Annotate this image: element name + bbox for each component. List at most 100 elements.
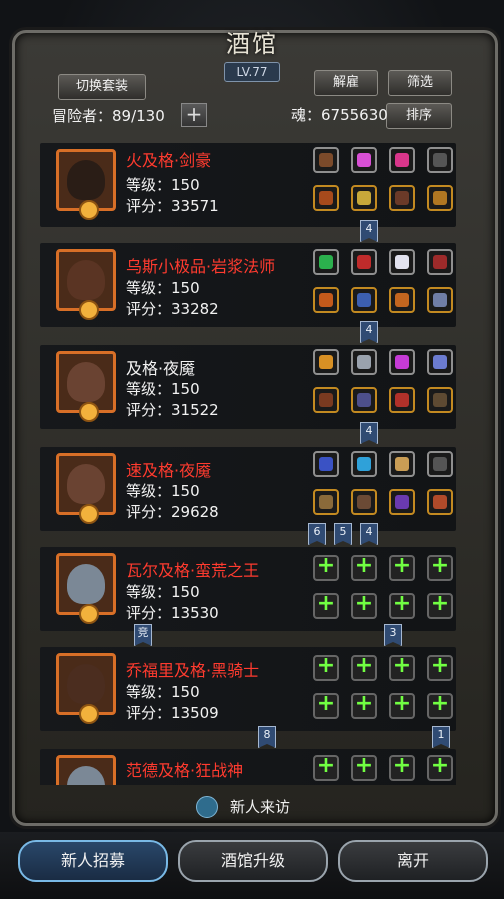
- equip-slot[interactable]: [351, 349, 377, 375]
- empty-equip-slot[interactable]: [389, 553, 415, 581]
- rank-badge-icon: [79, 300, 99, 320]
- rank-badge-icon: [79, 704, 99, 724]
- hero-card[interactable]: 及格·夜魇 等级：150 评分：31522: [40, 345, 456, 429]
- hero-portrait: [56, 249, 116, 320]
- rank-badge-icon: [79, 402, 99, 422]
- equip-slot[interactable]: [351, 185, 377, 211]
- equip-slot[interactable]: [427, 349, 453, 375]
- hero-list[interactable]: 火及格·剑豪 等级：150 评分：33571 4 乌斯小极品·岩浆法师 等级：1…: [38, 135, 458, 785]
- empty-equip-slot[interactable]: [389, 753, 415, 781]
- hero-name: 火及格·剑豪: [126, 151, 212, 170]
- equip-slot[interactable]: [313, 349, 339, 375]
- hero-face-image: [67, 564, 105, 604]
- empty-equip-slot[interactable]: [427, 691, 453, 719]
- empty-equip-slot[interactable]: [427, 653, 453, 681]
- new-visitor-label: 新人来访: [230, 798, 291, 816]
- hero-face-image: [67, 664, 105, 704]
- hero-card[interactable]: 瓦尔及格·蛮荒之王 等级：150 评分：13530: [40, 547, 456, 631]
- equip-slot[interactable]: [313, 489, 339, 515]
- new-visitor-button[interactable]: 新人来访: [196, 795, 308, 819]
- empty-equip-slot[interactable]: [351, 753, 377, 781]
- sort-button[interactable]: 排序: [386, 103, 452, 129]
- empty-equip-slot[interactable]: [313, 553, 339, 581]
- soul-count: 魂：6755630: [291, 106, 388, 124]
- filter-button[interactable]: 筛选: [388, 70, 452, 96]
- hero-name: 速及格·夜魇: [126, 461, 212, 480]
- empty-equip-slot[interactable]: [389, 691, 415, 719]
- visitor-icon: [196, 796, 218, 818]
- hero-level: 等级：150: [126, 583, 200, 601]
- empty-equip-slot[interactable]: [313, 753, 339, 781]
- equip-slot[interactable]: [389, 387, 415, 413]
- rank-badge-icon: [79, 504, 99, 524]
- hero-card[interactable]: 乌斯小极品·岩浆法师 等级：150 评分：33282: [40, 243, 456, 327]
- equip-slot[interactable]: [427, 387, 453, 413]
- equip-slot[interactable]: [313, 387, 339, 413]
- hero-card[interactable]: 范德及格·狂战神: [40, 749, 456, 785]
- empty-equip-slot[interactable]: [351, 653, 377, 681]
- equip-slot[interactable]: [351, 249, 377, 275]
- equip-slot[interactable]: [351, 451, 377, 477]
- empty-equip-slot[interactable]: [351, 553, 377, 581]
- equip-slot[interactable]: [313, 147, 339, 173]
- equip-slot[interactable]: [427, 489, 453, 515]
- equip-slot[interactable]: [389, 489, 415, 515]
- equip-slot[interactable]: [389, 451, 415, 477]
- empty-equip-slot[interactable]: [389, 653, 415, 681]
- empty-equip-slot[interactable]: [313, 591, 339, 619]
- hero-card[interactable]: 乔福里及格·黑骑士 等级：150 评分：13509: [40, 647, 456, 731]
- hero-card[interactable]: 速及格·夜魇 等级：150 评分：29628: [40, 447, 456, 531]
- equip-slot[interactable]: [313, 287, 339, 313]
- equip-slot[interactable]: [427, 147, 453, 173]
- adventurer-count: 冒险者：89/130: [52, 107, 165, 125]
- tier-tag: 1: [432, 726, 450, 748]
- recruit-button[interactable]: 新人招募: [18, 840, 168, 882]
- equip-slot[interactable]: [427, 287, 453, 313]
- equip-slot[interactable]: [313, 185, 339, 211]
- equip-slot[interactable]: [427, 249, 453, 275]
- arena-tag: 竞: [134, 624, 152, 646]
- equip-slot[interactable]: [389, 249, 415, 275]
- equip-slot[interactable]: [351, 489, 377, 515]
- empty-equip-slot[interactable]: [427, 591, 453, 619]
- empty-equip-slot[interactable]: [351, 691, 377, 719]
- empty-equip-slot[interactable]: [313, 653, 339, 681]
- equip-slot[interactable]: [351, 147, 377, 173]
- equip-slot[interactable]: [313, 249, 339, 275]
- equip-slot[interactable]: [427, 451, 453, 477]
- leave-button[interactable]: 离开: [338, 840, 488, 882]
- hero-score: 评分：13530: [126, 604, 219, 622]
- hero-level: 等级：150: [126, 279, 200, 297]
- hero-face-image: [67, 260, 105, 300]
- empty-equip-slot[interactable]: [389, 591, 415, 619]
- equip-slot[interactable]: [389, 349, 415, 375]
- equip-slot[interactable]: [389, 287, 415, 313]
- hero-name: 乌斯小极品·岩浆法师: [126, 257, 276, 276]
- equip-slot[interactable]: [389, 185, 415, 211]
- hero-portrait: [56, 149, 116, 220]
- empty-equip-slot[interactable]: [313, 691, 339, 719]
- hero-portrait: [56, 453, 116, 524]
- hero-face-image: [67, 766, 105, 785]
- upgrade-tavern-button[interactable]: 酒馆升级: [178, 840, 328, 882]
- tier-tag: 4: [360, 220, 378, 242]
- switch-outfit-button[interactable]: 切换套装: [58, 74, 146, 100]
- equip-slot[interactable]: [351, 387, 377, 413]
- rank-badge-icon: [79, 200, 99, 220]
- equip-slot[interactable]: [351, 287, 377, 313]
- hero-portrait: [56, 351, 116, 422]
- equip-slot[interactable]: [313, 451, 339, 477]
- equip-slot[interactable]: [427, 185, 453, 211]
- expand-capacity-button[interactable]: +: [181, 103, 207, 127]
- hero-card[interactable]: 火及格·剑豪 等级：150 评分：33571: [40, 143, 456, 227]
- hero-portrait: [56, 755, 116, 785]
- hero-score: 评分：33571: [126, 197, 219, 215]
- empty-equip-slot[interactable]: [351, 591, 377, 619]
- dismiss-button[interactable]: 解雇: [314, 70, 378, 96]
- equip-slot[interactable]: [389, 147, 415, 173]
- empty-equip-slot[interactable]: [427, 553, 453, 581]
- empty-equip-slot[interactable]: [427, 753, 453, 781]
- hero-name: 瓦尔及格·蛮荒之王: [126, 561, 260, 580]
- tier-tag: 4: [360, 422, 378, 444]
- hero-face-image: [67, 464, 105, 504]
